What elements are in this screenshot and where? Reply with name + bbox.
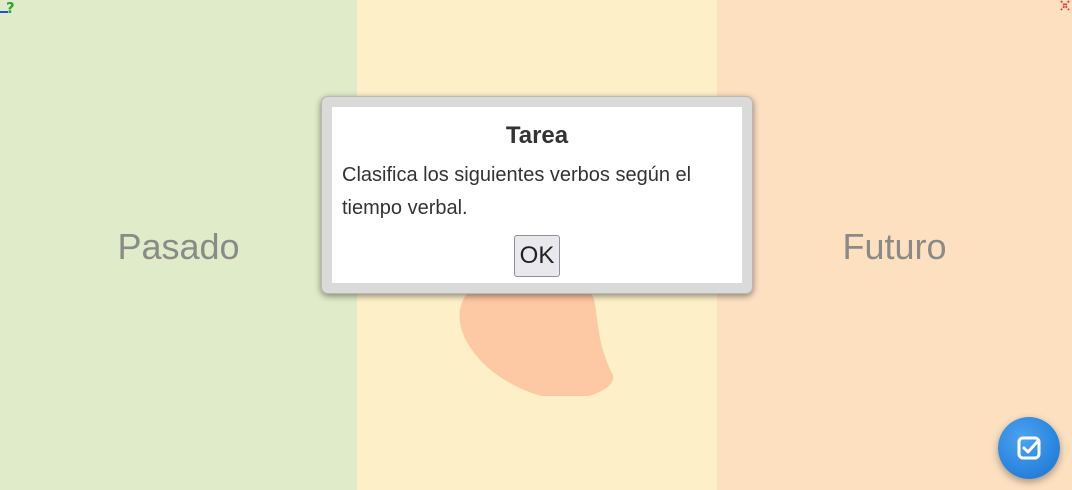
activity-stage: Pasado Futuro ? Tarea Clasifica los sigu… bbox=[0, 0, 1072, 490]
column-futuro[interactable]: Futuro bbox=[717, 0, 1072, 490]
column-label-pasado: Pasado bbox=[117, 226, 240, 267]
close-icon[interactable] bbox=[1058, 0, 1072, 12]
task-dialog-content: Tarea Clasifica los siguientes verbos se… bbox=[332, 107, 742, 283]
help-icon[interactable]: ? bbox=[0, 0, 18, 16]
dialog-title: Tarea bbox=[505, 122, 569, 149]
column-pasado[interactable]: Pasado bbox=[0, 0, 357, 490]
svg-text:?: ? bbox=[6, 0, 15, 16]
column-label-futuro: Futuro bbox=[842, 226, 947, 267]
check-icon bbox=[1017, 436, 1041, 460]
task-dialog: Tarea Clasifica los siguientes verbos se… bbox=[321, 96, 753, 294]
check-answers-button[interactable] bbox=[998, 417, 1060, 479]
dialog-message: Clasifica los siguientes verbos según el… bbox=[342, 164, 692, 219]
ok-button[interactable]: OK bbox=[513, 235, 561, 277]
